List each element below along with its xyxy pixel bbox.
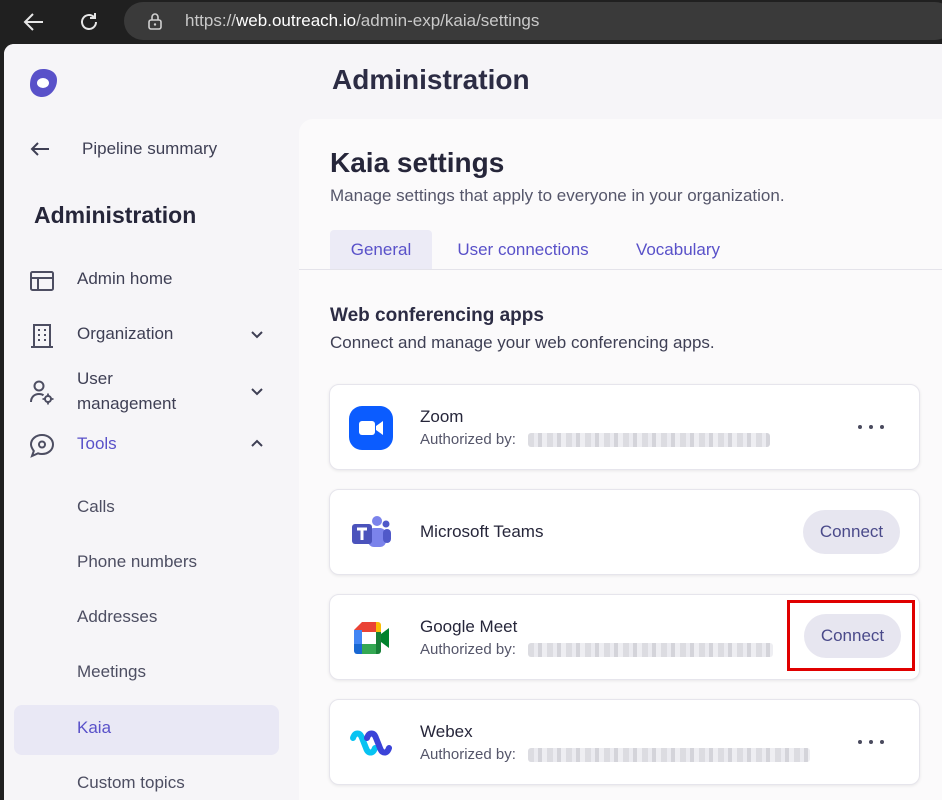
panel-subtitle: Manage settings that apply to everyone i…	[330, 186, 785, 205]
tools-chat-icon	[29, 433, 55, 458]
building-icon	[31, 324, 53, 348]
sidebar-item-organization[interactable]: Organization	[4, 314, 298, 354]
tab-general[interactable]: General	[330, 230, 432, 270]
section-subtitle: Connect and manage your web conferencing…	[330, 333, 715, 352]
sidebar-subitem-label: Addresses	[77, 607, 158, 626]
app-card-webex: Webex Authorized by:	[329, 699, 920, 785]
redacted-authorizer	[528, 643, 773, 657]
app-card-microsoft-teams: Microsoft Teams Connect	[329, 489, 920, 575]
redacted-authorizer	[528, 433, 770, 447]
page-title: Administration	[332, 64, 530, 95]
sidebar-subitem-phone-numbers[interactable]: Phone numbers	[14, 539, 279, 589]
dot	[858, 425, 862, 429]
url-text: https://web.outreach.io/admin-exp/kaia/s…	[185, 11, 539, 31]
url-host: web.outreach.io	[236, 11, 357, 30]
sidebar-subitem-calls[interactable]: Calls	[14, 484, 279, 534]
app-name: Zoom	[420, 407, 464, 426]
chevron-down-icon[interactable]	[249, 326, 265, 342]
sidebar-subitem-kaia[interactable]: Kaia	[14, 705, 279, 755]
back-to-pipeline-link[interactable]: Pipeline summary	[28, 134, 217, 164]
dot	[869, 740, 873, 744]
sidebar-item-label: User management	[77, 369, 177, 413]
sidebar-item-label: Admin home	[77, 269, 173, 288]
sidebar: Pipeline summary Administration Admin ho…	[4, 44, 298, 800]
reload-icon	[81, 13, 97, 30]
lock-icon	[148, 13, 162, 30]
app-name: Microsoft Teams	[420, 522, 544, 541]
app-name: Webex	[420, 722, 473, 741]
layout-icon	[30, 271, 54, 291]
more-options-button[interactable]	[858, 735, 884, 749]
sidebar-subitem-label: Meetings	[77, 662, 146, 681]
sidebar-title: Administration	[34, 202, 197, 228]
section-title: Web conferencing apps	[330, 305, 544, 326]
app-window: Pipeline summary Administration Admin ho…	[4, 44, 942, 800]
user-gear-icon	[30, 380, 54, 405]
sidebar-subitem-label: Kaia	[77, 718, 112, 737]
dot	[880, 740, 884, 744]
sidebar-subitem-label: Custom topics	[77, 773, 185, 792]
tab-vocabulary[interactable]: Vocabulary	[622, 230, 734, 270]
back-link-label: Pipeline summary	[82, 139, 218, 158]
google-meet-icon	[354, 622, 389, 654]
chevron-up-icon[interactable]	[249, 436, 265, 452]
zoom-icon	[349, 406, 393, 450]
tabs-divider	[299, 269, 942, 270]
tab-user-connections[interactable]: User connections	[444, 230, 602, 270]
url-prefix: https://	[185, 11, 237, 30]
sidebar-subitem-label: Calls	[77, 497, 115, 516]
browser-reload-button[interactable]	[75, 8, 103, 36]
sidebar-item-label: Tools	[77, 434, 117, 453]
browser-toolbar: https://web.outreach.io/admin-exp/kaia/s…	[0, 0, 942, 44]
sidebar-subitem-label: Phone numbers	[77, 552, 198, 571]
connect-button[interactable]: Connect	[803, 510, 900, 554]
sidebar-subitem-meetings[interactable]: Meetings	[14, 649, 279, 699]
dot	[880, 425, 884, 429]
highlight-annotation-box	[787, 600, 915, 671]
arrow-left-icon	[30, 142, 49, 156]
webex-icon	[350, 730, 392, 756]
chevron-down-icon[interactable]	[249, 383, 265, 399]
kaia-settings-panel: Kaia settings Manage settings that apply…	[299, 119, 942, 800]
dot	[858, 740, 862, 744]
sidebar-subitem-custom-topics[interactable]: Custom topics	[14, 760, 279, 800]
sidebar-item-admin-home[interactable]: Admin home	[4, 259, 298, 299]
app-card-zoom: Zoom Authorized by:	[329, 384, 920, 470]
browser-back-button[interactable]	[20, 8, 48, 36]
outreach-logo-icon	[30, 69, 57, 97]
sidebar-item-label: Organization	[77, 324, 174, 343]
authorized-by-label: Authorized by:	[420, 746, 516, 763]
address-bar[interactable]: https://web.outreach.io/admin-exp/kaia/s…	[124, 2, 942, 40]
microsoft-teams-icon	[352, 516, 391, 547]
arrow-left-icon	[23, 13, 43, 31]
redacted-authorizer	[528, 748, 810, 762]
authorized-by-label: Authorized by:	[420, 431, 516, 448]
dot	[869, 425, 873, 429]
url-path: /admin-exp/kaia/settings	[356, 11, 540, 30]
app-name: Google Meet	[420, 617, 518, 636]
sidebar-item-user-management[interactable]: User management	[4, 366, 298, 418]
panel-title: Kaia settings	[330, 147, 505, 178]
sidebar-subitem-addresses[interactable]: Addresses	[14, 594, 279, 644]
authorized-by-label: Authorized by:	[420, 641, 516, 658]
sidebar-item-tools[interactable]: Tools	[4, 424, 298, 464]
more-options-button[interactable]	[858, 420, 884, 434]
